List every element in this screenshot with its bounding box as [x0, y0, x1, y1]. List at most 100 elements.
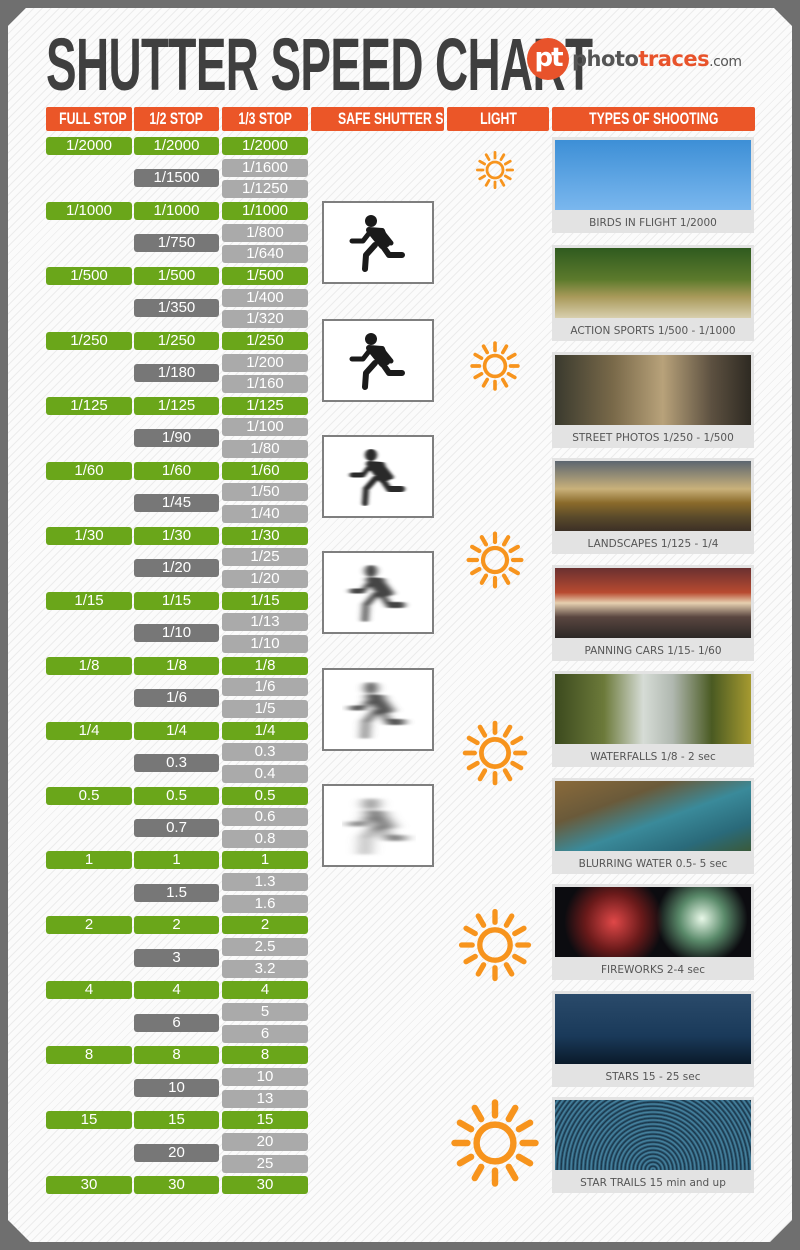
runner-strong-blur [322, 668, 434, 751]
third-stop-cell: 1/15 [222, 591, 308, 610]
third-stop-cell: 1/20 [222, 570, 308, 588]
third-stop-cell: 1/1250 [222, 180, 308, 199]
shooting-type-card: STREET PHOTOS 1/250 - 1/500 [552, 352, 754, 448]
half-stop-cell: 4 [134, 981, 219, 1000]
sun-icon [465, 530, 525, 590]
street-cafe-photo [555, 355, 751, 425]
half-stop-cell: 3 [134, 948, 219, 967]
mountain-biker-photo [555, 248, 751, 318]
landscape-road-photo [555, 461, 751, 531]
full-stop-cell: 1/30 [46, 526, 132, 545]
half-stop-cell: 1/90 [134, 429, 219, 448]
logo-badge-icon: pt [527, 38, 569, 80]
third-stop-cell: 1.3 [222, 873, 308, 892]
half-stop-cell: 2 [134, 916, 219, 935]
shooting-type-label: WATERFALLS 1/8 - 2 sec [590, 751, 716, 763]
half-stop-cell: 1/6 [134, 689, 219, 708]
full-stop-cell: 1/15 [46, 591, 132, 610]
third-stop-cell: 1.6 [222, 894, 308, 913]
shooting-type-card: PANNING CARS 1/15- 1/60 [552, 565, 754, 661]
third-stop-cell: 1/6 [222, 678, 308, 697]
runner-sharp [322, 201, 434, 284]
shooting-type-label: STAR TRAILS 15 min and up [580, 1177, 726, 1189]
third-stop-cell: 1/200 [222, 353, 308, 372]
waterfall-photo [555, 674, 751, 744]
shooting-type-card: WATERFALLS 1/8 - 2 sec [552, 671, 754, 767]
half-stop-cell: 1/4 [134, 721, 219, 740]
half-stop-cell: 1/125 [134, 396, 219, 415]
third-stop-cell: 2 [222, 916, 308, 935]
shooting-type-card: ACTION SPORTS 1/500 - 1/1000 [552, 245, 754, 341]
half-stop-cell: 1/1000 [134, 201, 219, 220]
third-stop-cell: 3.2 [222, 959, 308, 978]
third-stop-cell: 1/800 [222, 223, 308, 242]
running-person-icon [349, 333, 405, 390]
runner-sharp [322, 319, 434, 402]
half-stop-cell: 1/250 [134, 331, 219, 350]
half-stop-cell: 1 [134, 851, 219, 870]
sun-icon [475, 150, 515, 190]
third-stop-cell: 1/50 [222, 483, 308, 502]
third-stop-cell: 0.3 [222, 743, 308, 762]
shooting-type-card: FIREWORKS 2-4 sec [552, 884, 754, 980]
third-stop-cell: 1/80 [222, 440, 308, 459]
header-full-stop: FULL STOP [46, 107, 132, 131]
page-title: SHUTTER SPEED CHART [46, 23, 593, 106]
running-person-icon [349, 215, 405, 272]
header-safe-shutter-speed: SAFE SHUTTER SPEED [311, 107, 444, 131]
half-stop-cell: 1/15 [134, 591, 219, 610]
third-stop-cell: 1/10 [222, 634, 308, 653]
half-stop-cell: 1/8 [134, 656, 219, 675]
running-person-icon [349, 682, 405, 739]
half-stop-cell: 1/30 [134, 526, 219, 545]
third-stop-cell: 1/1000 [222, 201, 308, 220]
third-stop-cell: 1/1600 [222, 158, 308, 177]
third-stop-cell: 20 [222, 1132, 308, 1151]
runner-heavy-blur [322, 784, 434, 867]
half-stop-cell: 1/60 [134, 461, 219, 480]
full-stop-cell: 30 [46, 1176, 132, 1195]
shooting-type-label: PANNING CARS 1/15- 1/60 [584, 645, 722, 657]
full-stop-cell: 1/60 [46, 461, 132, 480]
third-stop-cell: 0.6 [222, 808, 308, 827]
third-stop-cell: 1/125 [222, 396, 308, 415]
shooting-type-label: STREET PHOTOS 1/250 - 1/500 [572, 432, 734, 444]
third-stop-cell: 1/5 [222, 699, 308, 718]
third-stop-cell: 0.8 [222, 829, 308, 848]
shooting-type-label: ACTION SPORTS 1/500 - 1/1000 [570, 325, 736, 337]
third-stop-cell: 1/400 [222, 288, 308, 307]
full-stop-cell: 1/250 [46, 331, 132, 350]
running-person-icon [349, 449, 405, 506]
full-stop-cell: 2 [46, 916, 132, 935]
third-stop-cell: 10 [222, 1067, 308, 1086]
header-types-of-shooting: TYPES OF SHOOTING [552, 107, 755, 131]
full-stop-cell: 1/500 [46, 266, 132, 285]
third-stop-cell: 4 [222, 981, 308, 1000]
third-stop-cell: 6 [222, 1024, 308, 1043]
shooting-type-label: STARS 15 - 25 sec [605, 1071, 701, 1083]
shooting-type-card: BLURRING WATER 0.5- 5 sec [552, 778, 754, 874]
third-stop-cell: 1/13 [222, 613, 308, 632]
half-stop-cell: 1.5 [134, 883, 219, 902]
third-stop-cell: 2.5 [222, 938, 308, 957]
half-stop-cell: 1/20 [134, 559, 219, 578]
third-stop-cell: 25 [222, 1154, 308, 1173]
third-stop-cell: 1/25 [222, 548, 308, 567]
third-stop-cell: 1/30 [222, 526, 308, 545]
coastal-cove-photo [555, 781, 751, 851]
full-stop-cell: 1/8 [46, 656, 132, 675]
full-stop-cell: 4 [46, 981, 132, 1000]
third-stop-cell: 1/320 [222, 310, 308, 329]
half-stop-cell: 1/750 [134, 234, 219, 253]
half-stop-cell: 15 [134, 1111, 219, 1130]
third-stop-cell: 0.4 [222, 764, 308, 783]
logo[interactable]: pt phototraces.com [527, 38, 742, 80]
shooting-type-card: STAR TRAILS 15 min and up [552, 1097, 754, 1193]
half-stop-cell: 1/1500 [134, 169, 219, 188]
third-stop-cell: 30 [222, 1176, 308, 1195]
third-stop-cell: 1/40 [222, 505, 308, 524]
half-stop-cell: 30 [134, 1176, 219, 1195]
third-stop-cell: 5 [222, 1003, 308, 1021]
full-stop-cell: 1/4 [46, 721, 132, 740]
sun-icon [449, 1097, 541, 1189]
